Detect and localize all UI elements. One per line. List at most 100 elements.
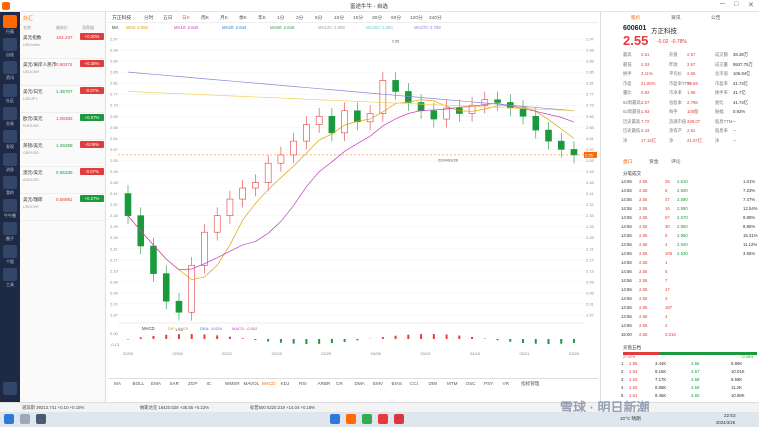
tab-news[interactable]: 资讯 <box>671 14 681 21</box>
timeframe-tab[interactable]: 30分 <box>372 14 382 21</box>
indicator-tab[interactable]: DMA <box>355 381 365 386</box>
timeframe-tab[interactable]: 3分 <box>296 14 303 21</box>
timeframe-tab[interactable]: 10分 <box>334 14 344 21</box>
tab-fx[interactable]: 外汇 <box>23 15 33 22</box>
indicator-tab[interactable]: KDJ <box>281 381 290 386</box>
list-item[interactable]: 美元指数 USDindex 104.237 +0.00% <box>20 32 106 59</box>
timeframe-tab[interactable]: 分时 <box>144 14 154 21</box>
nav-profile-icon[interactable] <box>3 176 17 189</box>
ma-legend-item[interactable]: MA250: 2.690 <box>366 25 393 30</box>
list-item[interactable]: 美元/离岸人民币 USDCNH 0.90274 +0.36% <box>20 59 106 86</box>
indicator-tab[interactable]: CR <box>336 381 343 386</box>
tab-price[interactable]: 股价 <box>631 14 641 21</box>
indicator-tab[interactable]: EMA <box>151 381 161 386</box>
wechat-icon[interactable] <box>362 414 372 424</box>
col-price[interactable]: 最新价 <box>56 25 68 31</box>
nav-quotes-icon[interactable] <box>3 15 17 28</box>
index-nasdaq[interactable]: 纳斯达克 16420.028 +35.55 +0.22% <box>140 405 209 411</box>
ma-legend-item[interactable]: MA270: 2.789 <box>414 25 441 30</box>
indicator-tab[interactable]: ARBR <box>318 381 331 386</box>
indicator-tab[interactable]: BOLL <box>133 381 145 386</box>
macd-bar <box>445 334 448 339</box>
nav-tools-icon[interactable] <box>3 268 17 281</box>
taskview-icon[interactable] <box>36 414 46 424</box>
indicator-tab[interactable]: OSC <box>466 381 476 386</box>
tick-cell: 2.550 <box>677 233 688 238</box>
minimize-icon[interactable]: ─ <box>720 1 725 8</box>
timeframe-tab[interactable]: 五日 <box>163 14 173 21</box>
timeframe-tab[interactable]: 15分 <box>353 14 363 21</box>
nav-discover-icon[interactable] <box>3 130 17 143</box>
list-item[interactable]: 美元/日元 USDJPY 1.35707 -0.07% <box>20 86 106 113</box>
tab-orderbook[interactable]: 盘口 <box>623 158 633 165</box>
futu-app-icon[interactable] <box>346 414 356 424</box>
col-name[interactable]: 名称 <box>23 25 31 31</box>
timeframe-tab[interactable]: 60分 <box>391 14 401 21</box>
timeframe-tab[interactable]: 季K <box>239 14 247 21</box>
browser-icon[interactable] <box>378 414 388 424</box>
clock-time[interactable]: 22:53 <box>724 413 736 418</box>
indicator-tab[interactable]: RSI <box>299 381 307 386</box>
indicator-tab[interactable]: MAVOL <box>244 381 260 386</box>
indicator-tab[interactable]: PSY <box>484 381 493 386</box>
trade-ticks: 14:55 2.55 25 2.610 1.01% 14:55 2.55 6 2.600 7.23… <box>601 179 759 349</box>
indicator-tab[interactable]: WMSR <box>225 381 240 386</box>
list-item[interactable]: 欧元/美元 EURUSD 1.08382 +0.07% <box>20 113 106 140</box>
tab-comments[interactable]: 评论 <box>671 158 681 165</box>
index-sp500[interactable]: 标普500 5220.219 +14.04 +0.19% <box>250 405 315 411</box>
start-icon[interactable] <box>4 414 14 424</box>
ma-legend-item[interactable]: MA60: 2.646 <box>270 25 294 30</box>
ma-legend-item[interactable]: MA5: 2.550 <box>126 25 148 30</box>
indicator-tab[interactable]: SAR <box>170 381 179 386</box>
maximize-icon[interactable]: □ <box>734 1 738 8</box>
timeframe-tab[interactable]: 1分 <box>277 14 284 21</box>
explorer-icon[interactable] <box>330 414 340 424</box>
nav-trade-icon[interactable] <box>3 107 17 120</box>
y-tick-label-right: 2.61 <box>586 136 595 141</box>
ma-legend-item[interactable]: MA <box>112 25 118 30</box>
nav-messages-icon[interactable] <box>3 153 17 166</box>
ma-legend-item[interactable]: MA20: 2.644 <box>222 25 246 30</box>
timeframe-tab[interactable]: 周K <box>201 14 209 21</box>
ma-legend-item[interactable]: MA120: 2.598 <box>318 25 345 30</box>
indicator-tab[interactable]: DMI <box>429 381 437 386</box>
list-item[interactable]: 澳元/美元 AUDUSD 0.65335 -0.07% <box>20 167 106 194</box>
chart-stock-label[interactable]: 方正科技 <box>112 14 131 21</box>
search-icon[interactable] <box>20 414 30 424</box>
indicator-tab[interactable]: VR <box>503 381 509 386</box>
tab-announcements[interactable]: 公告 <box>711 14 721 21</box>
indicator-tab[interactable]: MTM <box>447 381 457 386</box>
candlestick-chart[interactable]: 2.97 2.97 2.93 2.93 2.89 2.89 2.85 2.85 2.81 2.81… <box>108 33 598 378</box>
tab-capital[interactable]: 资金 <box>649 158 659 165</box>
indicator-tab[interactable]: EMV <box>373 381 383 386</box>
timeframe-tab[interactable]: 月K <box>220 14 228 21</box>
timeframe-tab[interactable]: 日K <box>182 14 190 21</box>
indicator-tab[interactable]: IC <box>207 381 212 386</box>
nav-watchlist-icon[interactable] <box>3 38 17 51</box>
nav-community-icon[interactable] <box>3 84 17 97</box>
list-item[interactable]: 美元/瑞郎 USDCHF 0.58981 +0.27% <box>20 194 106 221</box>
list-item[interactable]: 英镑/美元 GBPUSD 1.26258 -0.09% <box>20 140 106 167</box>
indicator-tab[interactable]: BIAS <box>392 381 402 386</box>
timeframe-tab[interactable]: 120分 <box>410 14 423 21</box>
timeframe-tab[interactable]: 240分 <box>429 14 442 21</box>
clock-date[interactable]: 2024/3/26 <box>716 420 735 425</box>
index-dow[interactable]: 道琼斯 39313.741 +0.10 +0.15% <box>22 405 84 411</box>
indicator-tab[interactable]: MACD <box>262 381 276 386</box>
weather[interactable]: 10°C 晴朗 <box>620 416 641 422</box>
nav-more-icon[interactable] <box>3 382 17 395</box>
nav-group-icon[interactable] <box>3 222 17 235</box>
indicator-tab[interactable]: 指标管理 <box>521 381 539 387</box>
wps-icon[interactable] <box>394 414 404 424</box>
ma-legend-item[interactable]: MA10: 2.642 <box>174 25 198 30</box>
timeframe-tab[interactable]: 5分 <box>315 14 322 21</box>
indicator-tab[interactable]: CCI <box>410 381 418 386</box>
close-icon[interactable]: ✕ <box>748 1 754 9</box>
nav-circle-icon[interactable] <box>3 199 17 212</box>
nav-news-icon[interactable] <box>3 61 17 74</box>
nav-stock-icon[interactable] <box>3 245 17 258</box>
col-change[interactable]: 涨跌幅 <box>82 25 94 31</box>
indicator-tab[interactable]: ZGP <box>188 381 197 386</box>
indicator-tab[interactable]: MA <box>114 381 121 386</box>
timeframe-tab[interactable]: 年K <box>258 14 266 21</box>
